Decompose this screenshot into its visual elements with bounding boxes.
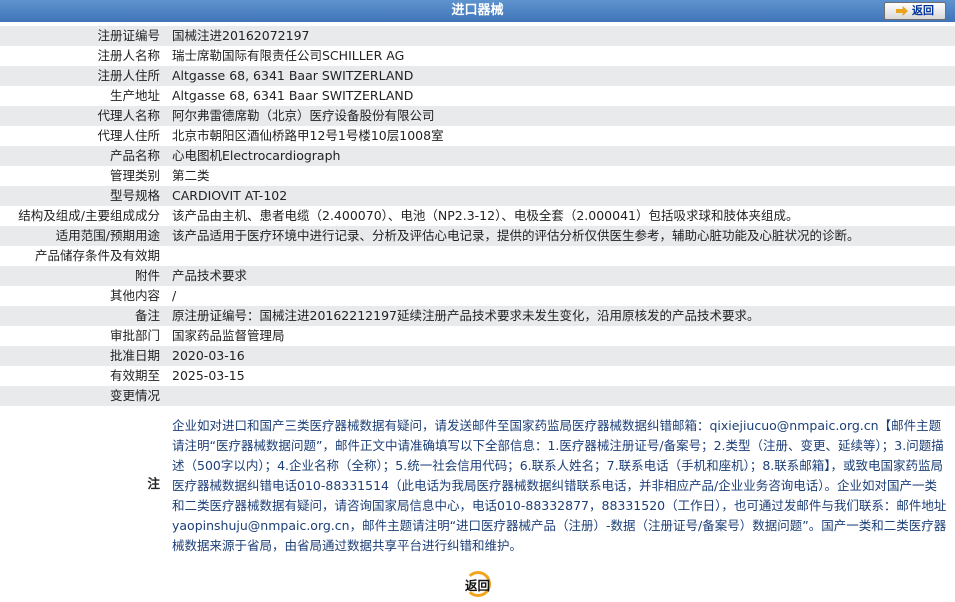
table-row: 有效期至 2025-03-15: [0, 366, 955, 386]
field-value: 2025-03-15: [164, 366, 955, 386]
page-header: 进口器械 返回: [0, 0, 955, 22]
table-row: 产品储存条件及有效期: [0, 246, 955, 266]
field-value: 阿尔弗雷德席勒（北京）医疗设备股份有限公司: [164, 106, 955, 126]
field-value: [164, 246, 955, 266]
device-info-table: 注册证编号 国械注进20162072197 注册人名称 瑞士席勒国际有限责任公司SC…: [0, 26, 955, 562]
field-value: 北京市朝阳区酒仙桥路甲12号1号楼10层1008室: [164, 126, 955, 146]
note-row: 注 企业如对进口和国产三类医疗器械数据有疑问，请发送邮件至国家药监局医疗器械数据…: [0, 406, 955, 562]
table-row: 适用范围/预期用途 该产品适用于医疗环境中进行记录、分析及评估心电记录，提供的评估…: [0, 226, 955, 246]
table-row: 批准日期 2020-03-16: [0, 346, 955, 366]
table-row: 管理类别 第二类: [0, 166, 955, 186]
table-row: 代理人住所 北京市朝阳区酒仙桥路甲12号1号楼10层1008室: [0, 126, 955, 146]
field-value: 产品技术要求: [164, 266, 955, 286]
field-label: 结构及组成/主要组成成分: [0, 206, 164, 226]
page-title: 进口器械: [451, 3, 504, 18]
field-value: 原注册证编号：国械注进20162212197延续注册产品技术要求未发生变化，沿用…: [164, 306, 955, 326]
table-row: 其他内容 /: [0, 286, 955, 306]
field-value: 该产品由主机、患者电缆（2.400070）、电池（NP2.3-12）、电极全套（…: [164, 206, 955, 226]
field-label: 其他内容: [0, 286, 164, 306]
table-row: 代理人名称 阿尔弗雷德席勒（北京）医疗设备股份有限公司: [0, 106, 955, 126]
table-row: 型号规格 CARDIOVIT AT-102: [0, 186, 955, 206]
field-label: 批准日期: [0, 346, 164, 366]
arrow-right-icon: [896, 6, 908, 16]
field-value: [164, 386, 955, 406]
field-value: CARDIOVIT AT-102: [164, 186, 955, 206]
field-value: Altgasse 68, 6341 Baar SWITZERLAND: [164, 86, 955, 106]
table-row: 注册证编号 国械注进20162072197: [0, 26, 955, 46]
table-row: 生产地址 Altgasse 68, 6341 Baar SWITZERLAND: [0, 86, 955, 106]
field-label: 产品储存条件及有效期: [0, 246, 164, 266]
field-value: 心电图机Electrocardiograph: [164, 146, 955, 166]
table-row: 注册人住所 Altgasse 68, 6341 Baar SWITZERLAND: [0, 66, 955, 86]
field-value: 第二类: [164, 166, 955, 186]
page-footer: 返回: [0, 566, 955, 602]
field-label: 生产地址: [0, 86, 164, 106]
field-value: Altgasse 68, 6341 Baar SWITZERLAND: [164, 66, 955, 86]
field-label: 有效期至: [0, 366, 164, 386]
field-label: 管理类别: [0, 166, 164, 186]
note-text: 企业如对进口和国产三类医疗器械数据有疑问，请发送邮件至国家药监局医疗器械数据纠错…: [164, 406, 955, 562]
field-label: 产品名称: [0, 146, 164, 166]
field-label: 审批部门: [0, 326, 164, 346]
note-label: 注: [0, 406, 164, 562]
field-label: 注册人住所: [0, 66, 164, 86]
field-label: 型号规格: [0, 186, 164, 206]
back-button-top-label: 返回: [912, 4, 934, 17]
field-label: 适用范围/预期用途: [0, 226, 164, 246]
field-value: 瑞士席勒国际有限责任公司SCHILLER AG: [164, 46, 955, 66]
field-label: 变更情况: [0, 386, 164, 406]
back-button-bottom[interactable]: 返回: [449, 570, 507, 598]
table-row: 注册人名称 瑞士席勒国际有限责任公司SCHILLER AG: [0, 46, 955, 66]
table-row: 变更情况: [0, 386, 955, 406]
back-button-top[interactable]: 返回: [884, 2, 946, 20]
field-label: 代理人名称: [0, 106, 164, 126]
table-row: 产品名称 心电图机Electrocardiograph: [0, 146, 955, 166]
field-value: /: [164, 286, 955, 306]
field-value: 2020-03-16: [164, 346, 955, 366]
field-label: 备注: [0, 306, 164, 326]
field-value: 该产品适用于医疗环境中进行记录、分析及评估心电记录，提供的评估分析仅供医生参考，…: [164, 226, 955, 246]
field-label: 注册人名称: [0, 46, 164, 66]
field-value: 国械注进20162072197: [164, 26, 955, 46]
table-row: 审批部门 国家药品监督管理局: [0, 326, 955, 346]
table-row: 结构及组成/主要组成成分 该产品由主机、患者电缆（2.400070）、电池（NP2…: [0, 206, 955, 226]
table-row: 备注 原注册证编号：国械注进20162212197延续注册产品技术要求未发生变化，…: [0, 306, 955, 326]
field-label: 附件: [0, 266, 164, 286]
back-button-bottom-label: 返回: [464, 577, 490, 593]
table-row: 附件 产品技术要求: [0, 266, 955, 286]
field-label: 代理人住所: [0, 126, 164, 146]
field-label: 注册证编号: [0, 26, 164, 46]
field-value: 国家药品监督管理局: [164, 326, 955, 346]
